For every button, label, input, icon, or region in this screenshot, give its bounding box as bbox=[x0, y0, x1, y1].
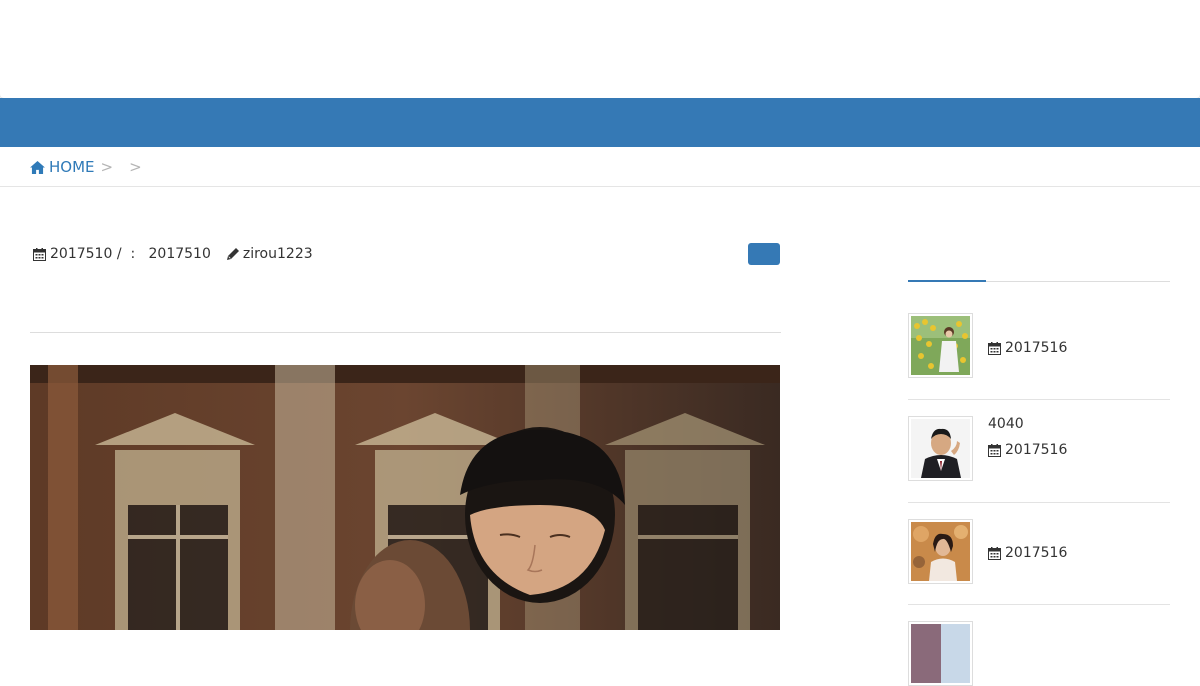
home-icon bbox=[30, 160, 45, 174]
breadcrumb-home-label: HOME bbox=[49, 158, 95, 176]
breadcrumb-separator: > bbox=[129, 158, 142, 176]
post-thumbnail[interactable] bbox=[908, 519, 973, 584]
author-name[interactable]: zirou1223 bbox=[243, 246, 313, 262]
sidebar-item-divider bbox=[908, 604, 1170, 605]
content-divider bbox=[30, 332, 781, 333]
global-nav-bar[interactable] bbox=[0, 98, 1200, 147]
calendar-icon bbox=[988, 443, 1001, 457]
post-date: 2017516 bbox=[1005, 340, 1068, 356]
sidebar-post-date: 2017516 bbox=[988, 545, 1067, 561]
breadcrumb: HOME > > bbox=[30, 156, 152, 178]
post-date: 2017516 bbox=[1005, 442, 1068, 458]
category-button[interactable] bbox=[748, 243, 780, 265]
breadcrumb-home-link[interactable]: HOME bbox=[30, 158, 95, 176]
breadcrumb-divider bbox=[0, 186, 1200, 187]
meta-divider: / bbox=[116, 246, 122, 262]
pencil-icon bbox=[226, 248, 239, 260]
sidebar-post-date: 2017516 bbox=[988, 340, 1067, 356]
calendar-icon bbox=[988, 546, 1001, 560]
sidebar-item-divider bbox=[908, 399, 1170, 400]
calendar-icon bbox=[988, 341, 1001, 355]
updated-date: 2017510 bbox=[148, 246, 211, 262]
post-thumbnail[interactable] bbox=[908, 313, 973, 378]
post-thumbnail[interactable] bbox=[908, 416, 973, 481]
post-date: 2017516 bbox=[1005, 545, 1068, 561]
post-thumbnail[interactable] bbox=[908, 621, 973, 686]
sidebar-post-date: 2017516 bbox=[988, 442, 1067, 458]
featured-image bbox=[30, 365, 780, 630]
post-meta: 2017510 / : 2017510 zirou1223 bbox=[33, 244, 313, 264]
site-header bbox=[0, 0, 1200, 98]
breadcrumb-separator: > bbox=[100, 158, 114, 176]
updated-label: : bbox=[130, 246, 136, 262]
calendar-icon bbox=[33, 247, 46, 261]
sidebar-post-title[interactable]: 4040 bbox=[988, 416, 1024, 432]
sidebar-item-divider bbox=[908, 502, 1170, 503]
published-date: 2017510 bbox=[50, 246, 113, 262]
sidebar-heading-accent bbox=[908, 280, 986, 282]
